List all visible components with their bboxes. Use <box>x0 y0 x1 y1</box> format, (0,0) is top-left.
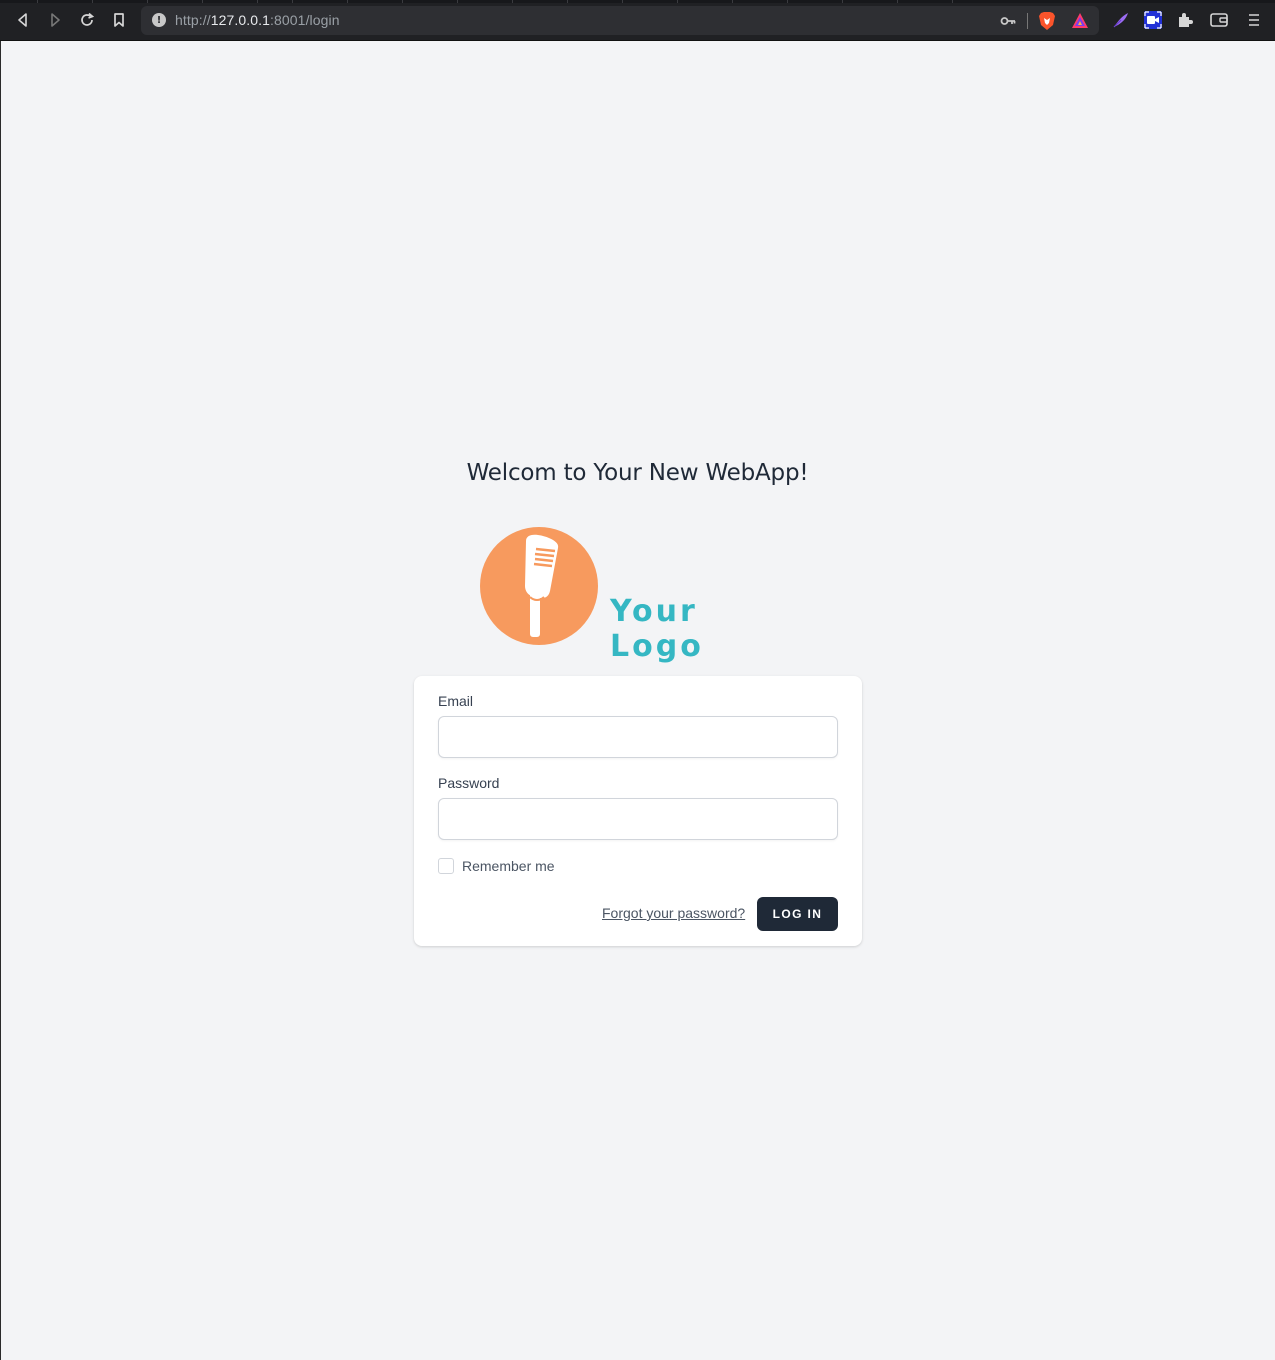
key-icon[interactable] <box>1000 13 1016 29</box>
password-label: Password <box>438 775 500 791</box>
logo-text: Your Logo <box>610 594 704 664</box>
wallet-icon[interactable] <box>1210 11 1228 29</box>
page-left-edge <box>0 41 1 1360</box>
menu-icon[interactable] <box>1245 11 1263 29</box>
remember-me-row[interactable]: Remember me <box>438 858 555 874</box>
password-field[interactable] <box>438 798 838 840</box>
microphone-icon <box>525 534 559 637</box>
url-path: :8001/login <box>270 12 340 28</box>
reload-icon[interactable] <box>76 9 98 31</box>
url-text[interactable]: http://127.0.0.1:8001/login <box>175 12 340 28</box>
forward-icon[interactable] <box>44 9 66 31</box>
login-card: Email Password Remember me Forgot your p… <box>414 676 862 946</box>
url-scheme: http:// <box>175 12 211 28</box>
brave-shields-icon[interactable] <box>1038 11 1056 31</box>
login-button[interactable]: LOG IN <box>757 897 838 931</box>
extensions-icon[interactable] <box>1176 11 1194 29</box>
back-icon[interactable] <box>12 9 34 31</box>
email-field[interactable] <box>438 716 838 758</box>
site-info-icon[interactable]: ! <box>152 13 166 27</box>
screen-recorder-extension-icon[interactable] <box>1144 11 1162 29</box>
forgot-password-link[interactable]: Forgot your password? <box>602 905 745 921</box>
remember-me-label[interactable]: Remember me <box>462 858 555 874</box>
email-label: Email <box>438 693 474 709</box>
remember-me-checkbox[interactable] <box>438 858 454 874</box>
address-bar-divider <box>1027 13 1028 29</box>
tab-strip <box>0 0 1275 3</box>
brave-rewards-icon[interactable] <box>1071 12 1089 30</box>
app-logo: Your Logo <box>480 526 800 664</box>
address-bar[interactable]: ! http://127.0.0.1:8001/login <box>141 6 1099 35</box>
feather-extension-icon[interactable] <box>1112 11 1130 29</box>
browser-toolbar: ! http://127.0.0.1:8001/login <box>0 0 1275 41</box>
page-title: Welcom to Your New WebApp! <box>466 460 809 486</box>
bookmark-icon[interactable] <box>108 9 130 31</box>
url-host: 127.0.0.1 <box>210 12 271 28</box>
